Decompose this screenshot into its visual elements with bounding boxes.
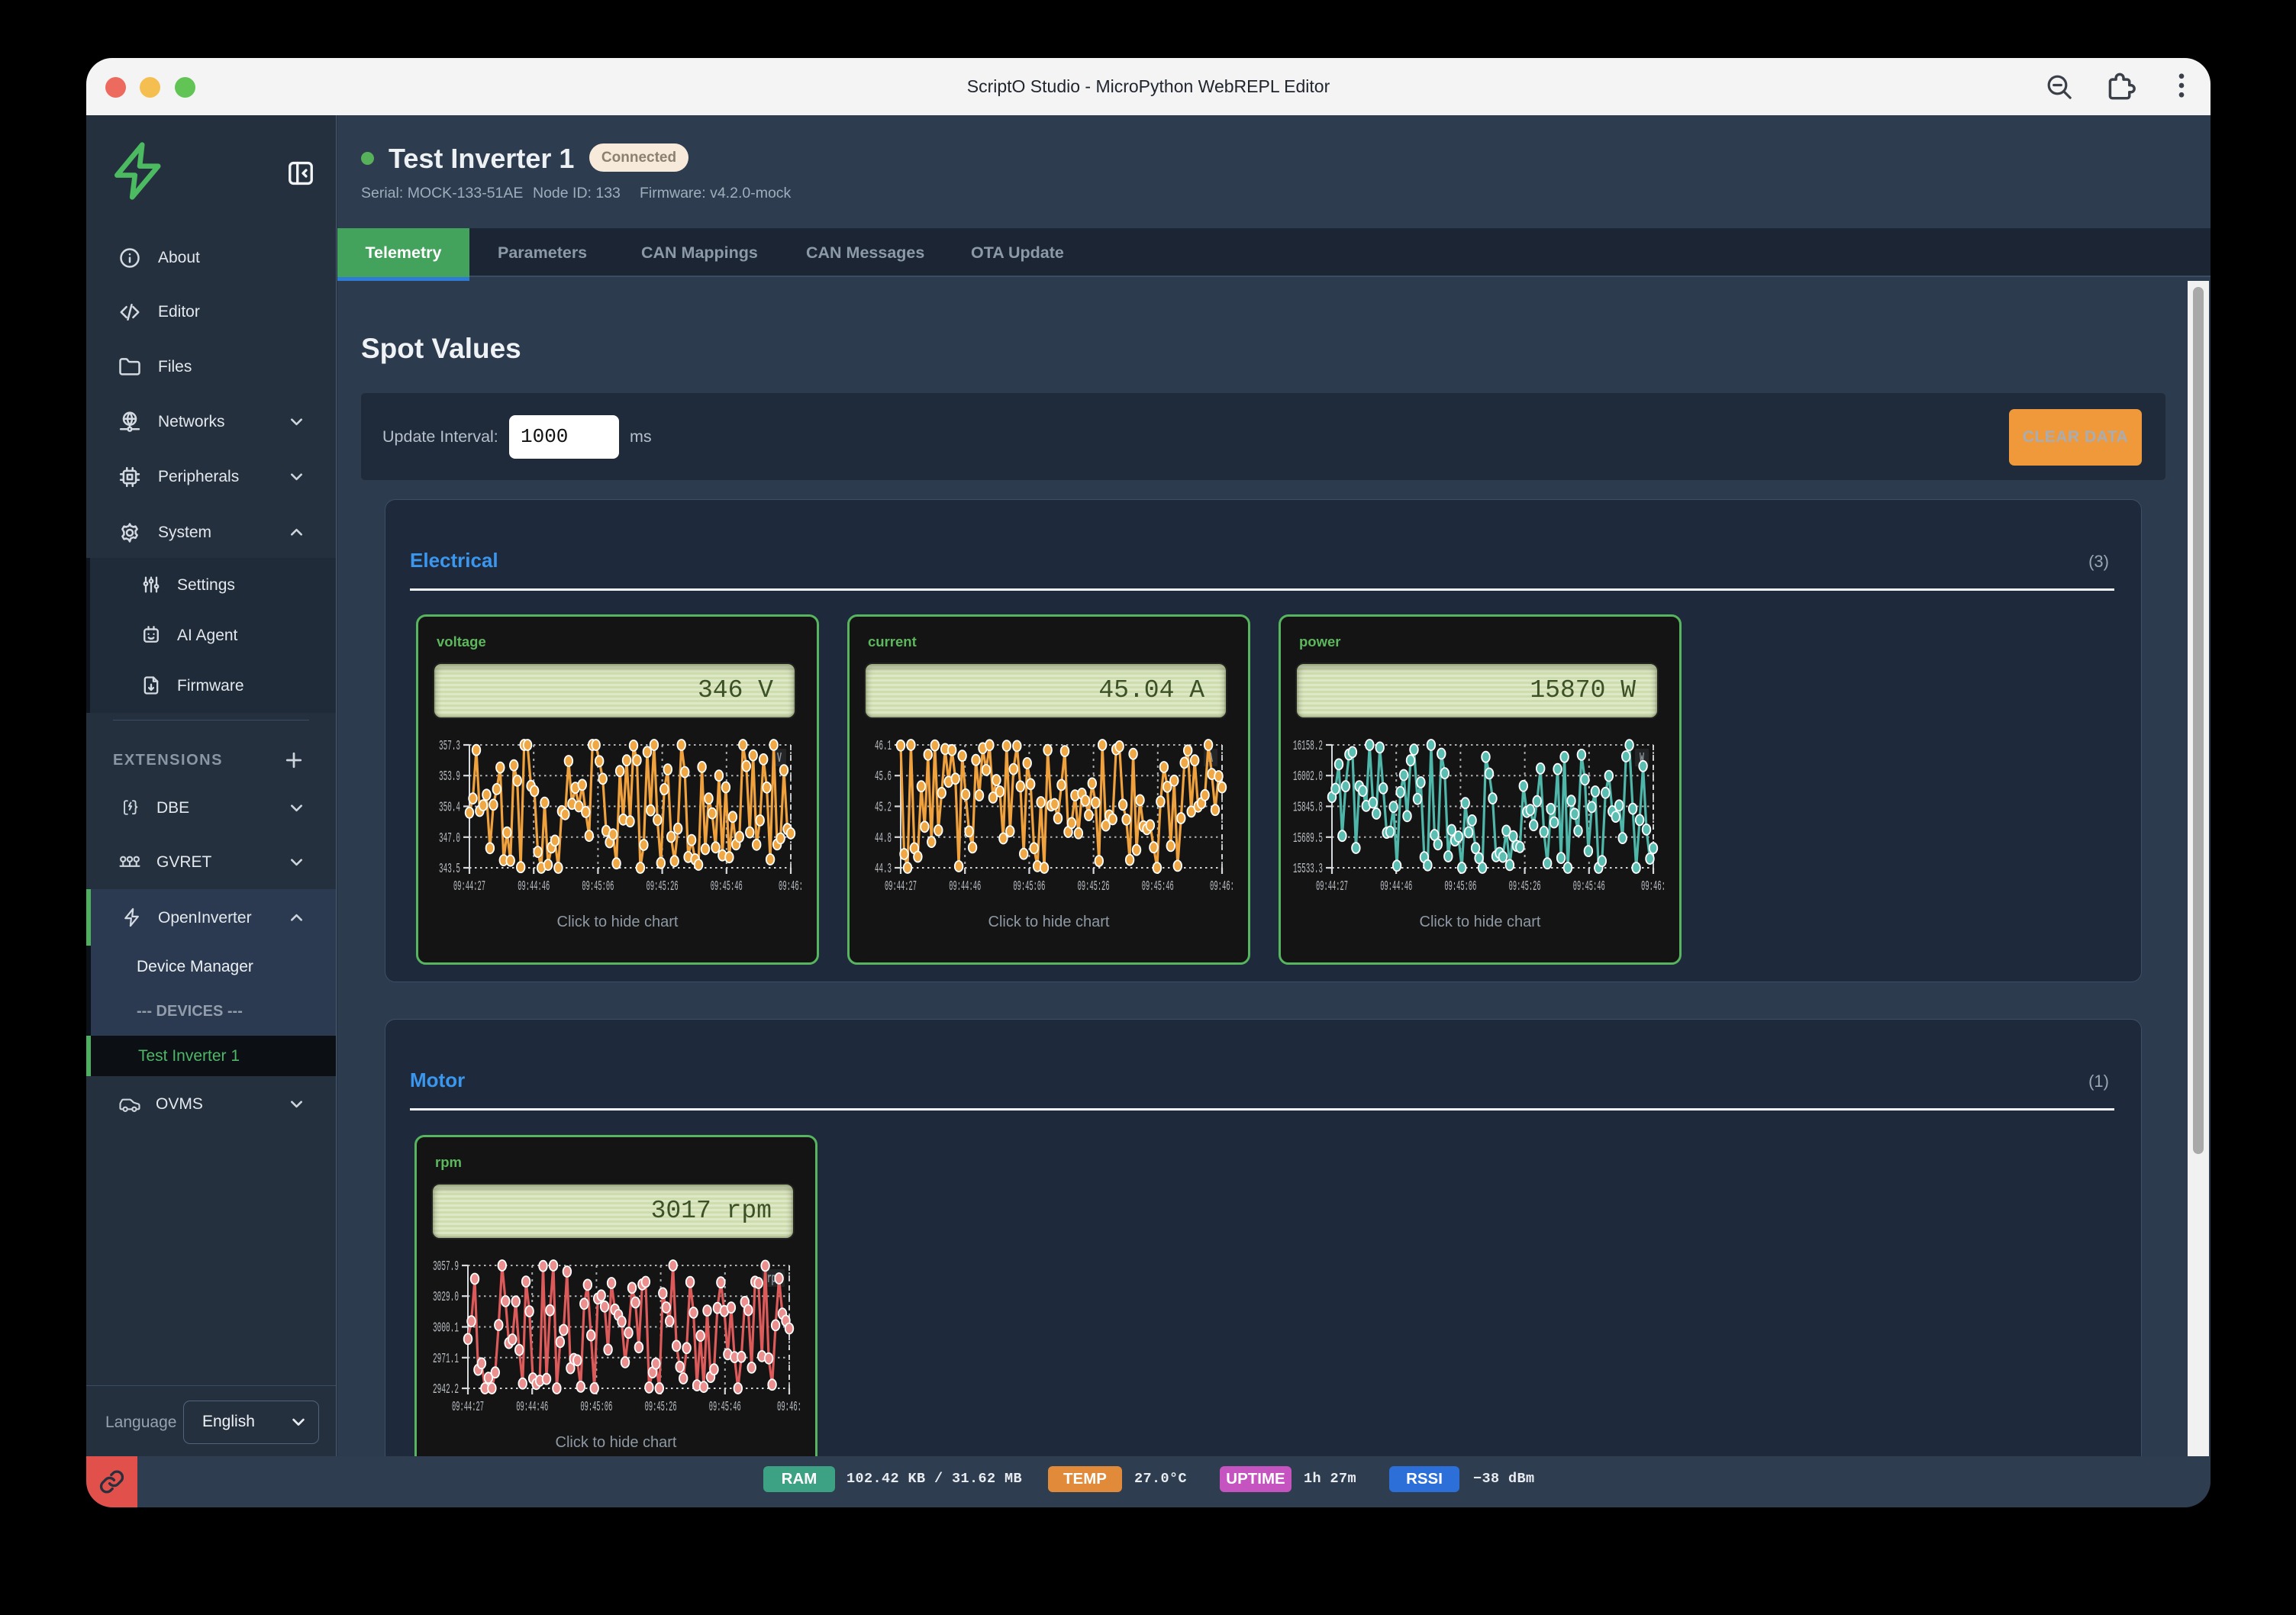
svg-text:44.3: 44.3 xyxy=(875,862,892,877)
svg-text:3057.9: 3057.9 xyxy=(433,1259,459,1275)
svg-text:09:46:: 09:46: xyxy=(779,879,803,895)
svg-text:09:44:27: 09:44:27 xyxy=(1316,879,1348,895)
svg-text:09:44:27: 09:44:27 xyxy=(885,879,917,895)
svg-text:45.6: 45.6 xyxy=(875,769,892,785)
svg-text:09:44:46: 09:44:46 xyxy=(949,879,981,895)
svg-text:09:45:26: 09:45:26 xyxy=(645,1400,677,1415)
svg-text:15689.5: 15689.5 xyxy=(1293,831,1323,846)
svg-text:16002.0: 16002.0 xyxy=(1293,769,1323,785)
svg-text:09:45:06: 09:45:06 xyxy=(582,879,614,895)
svg-text:09:45:46: 09:45:46 xyxy=(709,1400,741,1415)
svg-text:46.1: 46.1 xyxy=(875,739,892,754)
svg-text:44.8: 44.8 xyxy=(875,831,892,846)
svg-text:09:45:46: 09:45:46 xyxy=(1142,879,1174,895)
svg-text:357.3: 357.3 xyxy=(439,739,460,754)
svg-text:3000.1: 3000.1 xyxy=(433,1321,459,1336)
svg-text:16158.2: 16158.2 xyxy=(1293,739,1323,754)
svg-text:09:45:06: 09:45:06 xyxy=(580,1400,612,1415)
svg-text:09:44:27: 09:44:27 xyxy=(452,1400,484,1415)
svg-text:09:44:46: 09:44:46 xyxy=(516,1400,548,1415)
svg-text:3029.0: 3029.0 xyxy=(433,1290,459,1305)
svg-text:V: V xyxy=(777,751,782,766)
svg-text:343.5: 343.5 xyxy=(439,862,460,877)
svg-text:09:44:46: 09:44:46 xyxy=(518,879,550,895)
svg-text:353.9: 353.9 xyxy=(439,769,460,785)
svg-text:09:46:: 09:46: xyxy=(1641,879,1666,895)
svg-text:09:44:27: 09:44:27 xyxy=(453,879,485,895)
svg-text:09:46:: 09:46: xyxy=(777,1400,801,1415)
svg-text:09:45:46: 09:45:46 xyxy=(1573,879,1605,895)
svg-text:15845.8: 15845.8 xyxy=(1293,801,1323,816)
svg-text:09:45:26: 09:45:26 xyxy=(1078,879,1110,895)
svg-text:09:45:06: 09:45:06 xyxy=(1444,879,1476,895)
svg-text:09:44:46: 09:44:46 xyxy=(1380,879,1412,895)
svg-text:45.2: 45.2 xyxy=(875,801,892,816)
svg-text:2942.2: 2942.2 xyxy=(433,1382,459,1397)
svg-text:09:45:26: 09:45:26 xyxy=(1509,879,1541,895)
svg-text:347.0: 347.0 xyxy=(439,831,460,846)
svg-text:09:45:46: 09:45:46 xyxy=(711,879,743,895)
svg-text:09:45:26: 09:45:26 xyxy=(647,879,679,895)
svg-text:09:46:: 09:46: xyxy=(1210,879,1234,895)
svg-text:350.4: 350.4 xyxy=(439,801,460,816)
svg-text:2971.1: 2971.1 xyxy=(433,1352,459,1367)
svg-text:09:45:06: 09:45:06 xyxy=(1013,879,1045,895)
svg-text:15533.3: 15533.3 xyxy=(1293,862,1323,877)
